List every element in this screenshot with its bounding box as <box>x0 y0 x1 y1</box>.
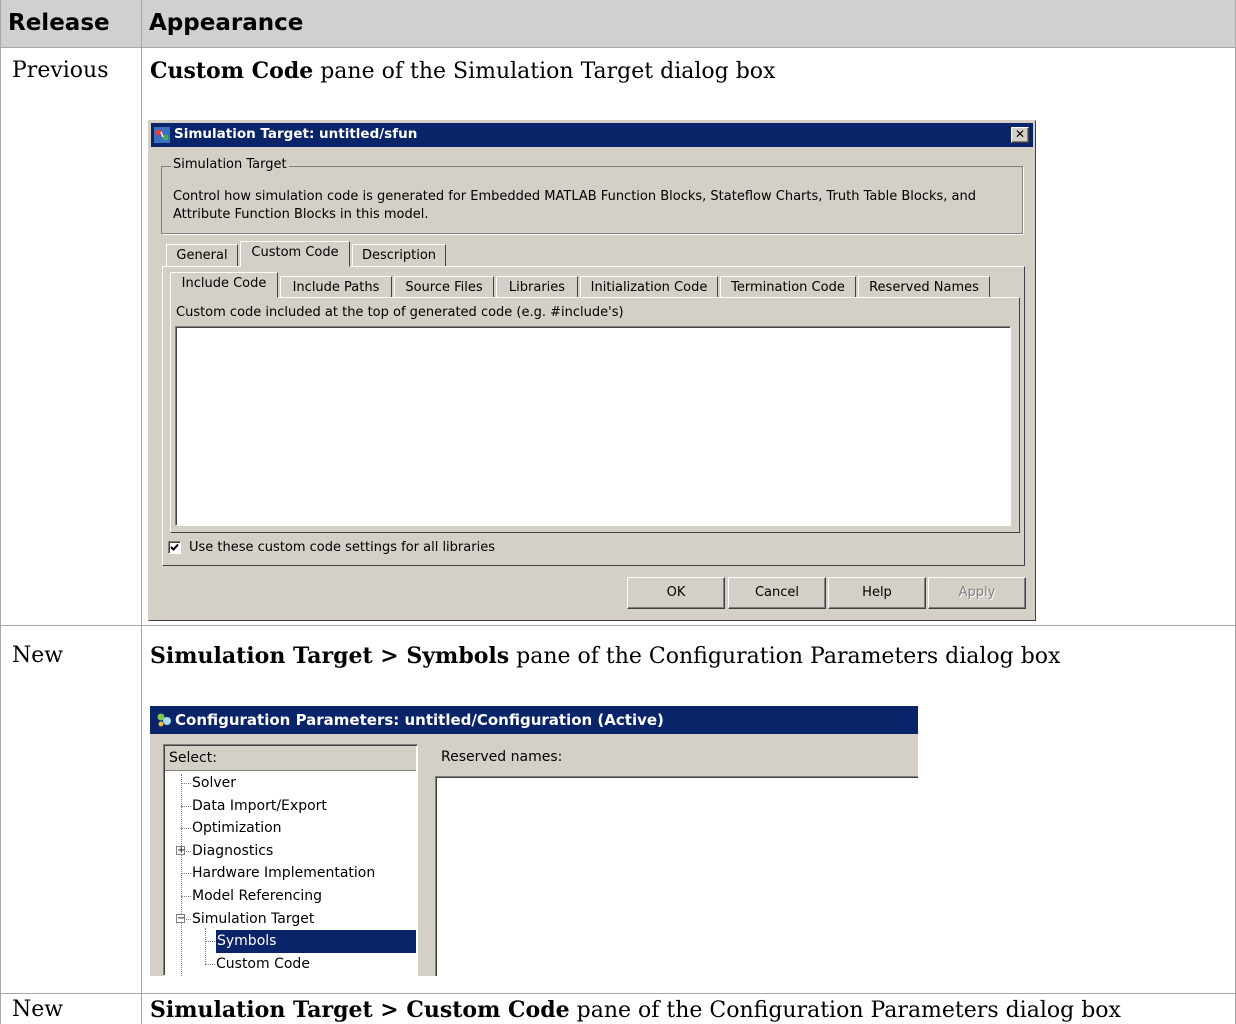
header-release: Release <box>0 0 141 47</box>
simulation-target-dialog: Simulation Target: untitled/sfun ✕ Simul… <box>148 120 1036 621</box>
subtab-include-code[interactable]: Include Code <box>170 272 278 298</box>
tab-general[interactable]: General <box>166 244 238 266</box>
header-release-text: Release <box>8 10 110 36</box>
tree-item-optimization[interactable]: Optimization <box>192 817 282 840</box>
tree-item-data-import-export[interactable]: Data Import/Export <box>192 795 327 818</box>
tree-connector <box>181 805 191 807</box>
subtab-source-files[interactable]: Source Files <box>394 276 494 298</box>
subtab-termination-code[interactable]: Termination Code <box>720 276 856 298</box>
tree-item-custom-code[interactable]: Custom Code <box>216 953 310 976</box>
checkmark-icon <box>170 543 179 551</box>
dialog-title-bar[interactable]: Simulation Target: untitled/sfun ✕ <box>151 123 1033 147</box>
subtab-libraries[interactable]: Libraries <box>496 276 578 298</box>
close-button[interactable]: ✕ <box>1011 127 1029 143</box>
subtab-initialization-code[interactable]: Initialization Code <box>580 276 718 298</box>
release-cell: New <box>12 643 64 668</box>
column-divider <box>141 0 142 1024</box>
row-divider <box>0 993 1236 994</box>
appearance-caption: Custom Code pane of the Simulation Targe… <box>150 58 775 84</box>
configuration-parameters-dialog: Configuration Parameters: untitled/Confi… <box>150 706 918 976</box>
release-cell: Previous <box>12 58 109 83</box>
reserved-names-textarea[interactable] <box>435 776 918 976</box>
caption-rest: pane of the Configuration Parameters dia… <box>509 644 1061 669</box>
row-divider <box>0 625 1236 626</box>
caption-rest: pane of the Configuration Parameters dia… <box>569 998 1121 1023</box>
tree-item-solver[interactable]: Solver <box>192 772 236 795</box>
close-icon: ✕ <box>1014 127 1026 141</box>
release-cell: New <box>12 997 64 1022</box>
tree-connector <box>181 774 182 976</box>
appearance-caption: Simulation Target > Symbols pane of the … <box>150 643 1060 669</box>
tree-connector <box>181 828 191 830</box>
reserved-names-label: Reserved names: <box>441 749 563 765</box>
subtab-include-paths[interactable]: Include Paths <box>280 276 392 298</box>
dialog-title-bar[interactable]: Configuration Parameters: untitled/Confi… <box>150 706 918 734</box>
dialog-title: Configuration Parameters: untitled/Confi… <box>175 711 664 729</box>
group-description: Control how simulation code is generated… <box>173 189 976 222</box>
expand-icon[interactable]: + <box>176 845 185 855</box>
select-label: Select: <box>169 750 217 766</box>
tree-item-symbols[interactable]: Symbols <box>216 930 416 953</box>
ok-button[interactable]: OK <box>627 577 725 609</box>
dialog-title: Simulation Target: untitled/sfun <box>174 126 418 142</box>
header-appearance-text: Appearance <box>149 10 304 36</box>
collapse-icon[interactable]: − <box>176 913 185 923</box>
include-code-textarea[interactable] <box>175 326 1011 526</box>
tree-item-hardware-implementation[interactable]: Hardware Implementation <box>192 862 375 885</box>
tree-connector <box>205 963 215 965</box>
table-left-border <box>0 0 1 1024</box>
tree-item-simulation-target[interactable]: Simulation Target <box>192 908 314 931</box>
tree-item-diagnostics[interactable]: Diagnostics <box>192 840 273 863</box>
simulink-app-icon <box>154 127 170 143</box>
tab-description[interactable]: Description <box>352 244 446 266</box>
tree-connector <box>181 896 191 897</box>
include-code-field-label: Custom code included at the top of gener… <box>176 305 624 320</box>
tree-connector <box>181 783 191 784</box>
cancel-button[interactable]: Cancel <box>728 577 826 609</box>
use-for-all-libraries-checkbox[interactable] <box>168 541 181 554</box>
select-label-bar: Select: <box>165 746 416 771</box>
caption-bold: Custom Code <box>150 58 314 84</box>
caption-bold: Simulation Target > Symbols <box>150 643 510 669</box>
header-appearance: Appearance <box>141 0 1236 47</box>
tab-custom-code[interactable]: Custom Code <box>240 241 350 267</box>
checkbox-label: Use these custom code settings for all l… <box>189 540 495 555</box>
subtab-reserved-names[interactable]: Reserved Names <box>858 276 990 298</box>
tree-connector <box>205 941 215 943</box>
group-label: Simulation Target <box>171 157 289 172</box>
tree-item-model-referencing[interactable]: Model Referencing <box>192 885 322 908</box>
tree-connector <box>181 873 191 875</box>
appearance-caption: Simulation Target > Custom Code pane of … <box>150 997 1121 1023</box>
apply-button[interactable]: Apply <box>928 577 1026 609</box>
row-divider <box>0 47 1236 48</box>
caption-bold: Simulation Target > Custom Code <box>150 997 570 1023</box>
help-button[interactable]: Help <box>828 577 926 609</box>
caption-rest: pane of the Simulation Target dialog box <box>313 59 776 84</box>
config-params-icon <box>156 712 172 728</box>
tree-connector <box>205 928 206 964</box>
